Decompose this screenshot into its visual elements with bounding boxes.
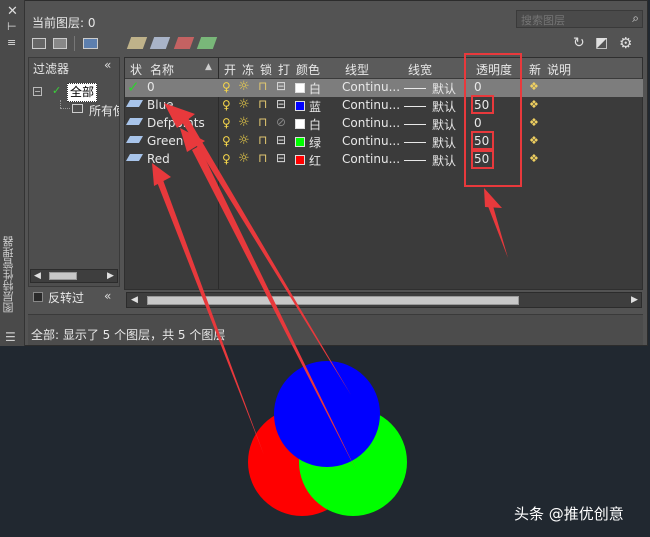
arrow-head xyxy=(484,188,502,208)
watermark-text: 头条 @推优创意 xyxy=(514,505,624,523)
arrow-line xyxy=(486,199,508,258)
annotation-overlay xyxy=(152,103,508,516)
arrow-line xyxy=(182,118,351,395)
blue-circle xyxy=(274,361,380,467)
